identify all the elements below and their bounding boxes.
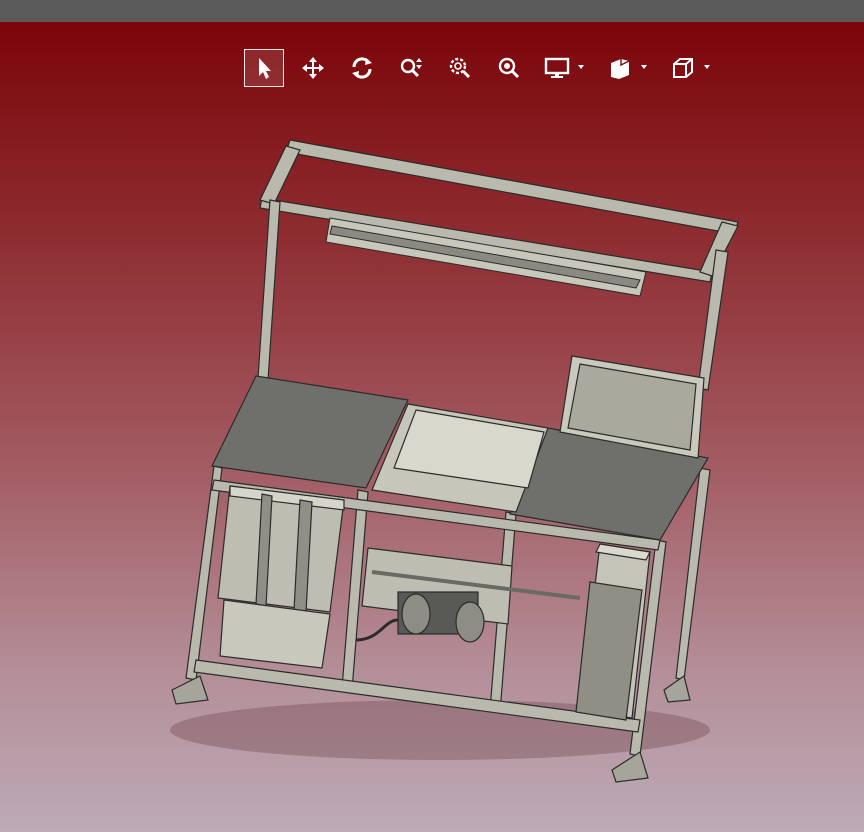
wireframe-cube-icon bbox=[673, 58, 693, 78]
pump-assembly bbox=[355, 547, 581, 643]
chevron-down-icon bbox=[578, 65, 584, 69]
zoom-fit-icon bbox=[498, 57, 520, 79]
3d-viewport[interactable] bbox=[0, 22, 864, 832]
water-tank bbox=[217, 485, 345, 669]
zoom-window-icon bbox=[449, 57, 471, 79]
zoom-vertical-icon bbox=[400, 58, 422, 78]
display-mode-dropdown[interactable] bbox=[538, 49, 592, 87]
chevron-down-icon bbox=[641, 65, 647, 69]
workbench-3d-model[interactable] bbox=[0, 22, 864, 832]
select-tool-button[interactable] bbox=[244, 49, 284, 87]
zoom-fit-button[interactable] bbox=[489, 49, 529, 87]
cursor-arrow-icon bbox=[259, 58, 271, 79]
move-arrows-icon bbox=[302, 57, 324, 79]
rotate-icon bbox=[352, 57, 372, 79]
shaded-box-icon bbox=[611, 59, 630, 79]
rotate-tool-button[interactable] bbox=[342, 49, 382, 87]
zoom-window-button[interactable] bbox=[440, 49, 480, 87]
chevron-down-icon bbox=[704, 65, 710, 69]
view-orientation-dropdown[interactable] bbox=[664, 49, 718, 87]
view-style-dropdown[interactable] bbox=[601, 49, 655, 87]
zoom-vertical-button[interactable] bbox=[391, 49, 431, 87]
monitor-icon bbox=[544, 57, 570, 78]
view-toolbar bbox=[244, 48, 727, 88]
title-bar bbox=[0, 0, 864, 22]
pan-tool-button[interactable] bbox=[293, 49, 333, 87]
